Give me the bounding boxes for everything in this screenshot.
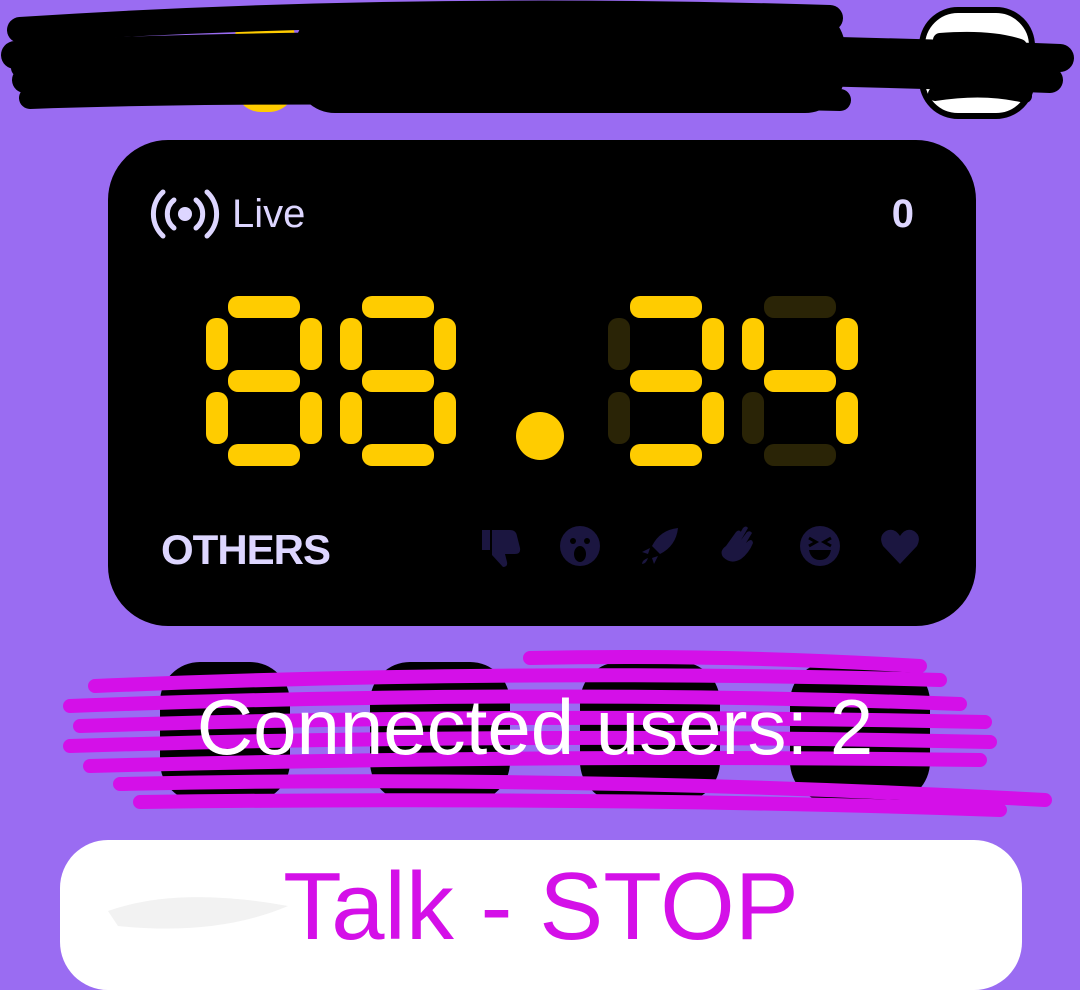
digit-segment — [228, 296, 300, 318]
surprised-face-icon[interactable] — [558, 522, 602, 570]
digit-segment — [362, 296, 434, 318]
digit-segment — [206, 392, 228, 444]
decimal-point — [516, 412, 564, 460]
redacted-header — [0, 0, 1080, 140]
digit-segment — [608, 392, 630, 444]
digit-segment — [742, 392, 764, 444]
listener-count: 0 — [891, 192, 914, 236]
live-indicator: Live — [148, 188, 305, 240]
digit-segment — [742, 318, 764, 370]
digit-segment — [764, 296, 836, 318]
digit-segment — [608, 318, 630, 370]
digit-segment — [362, 444, 434, 466]
digit-segment — [300, 318, 322, 370]
talk-button-label: Talk - STOP — [283, 853, 799, 960]
talk-stop-button[interactable]: Talk - STOP — [60, 840, 1022, 990]
digit-segment — [434, 392, 456, 444]
digit-segment — [702, 318, 724, 370]
category-label: OTHERS — [161, 526, 331, 573]
digit-segment — [836, 318, 858, 370]
digit-segment — [630, 370, 702, 392]
connected-users-label: Connected users: 2 — [196, 683, 874, 771]
thumbs-down-icon[interactable] — [478, 522, 522, 570]
digit-segment — [702, 392, 724, 444]
digit-segment — [836, 392, 858, 444]
digit-segment — [764, 370, 836, 392]
digit-segment — [300, 392, 322, 444]
reaction-bar — [478, 522, 922, 570]
laughing-face-icon[interactable] — [798, 522, 842, 570]
digit-segment — [340, 392, 362, 444]
digit-segment — [434, 318, 456, 370]
clapping-hands-icon[interactable] — [718, 522, 762, 570]
score-display: Live 0 OTHERS — [108, 140, 976, 626]
digit-segment — [362, 370, 434, 392]
live-label: Live — [232, 192, 306, 236]
digit-segment — [340, 318, 362, 370]
digit-segment — [764, 444, 836, 466]
seven-segment-digits — [206, 296, 858, 466]
digit-segment — [630, 296, 702, 318]
digit-segment — [228, 444, 300, 466]
digit-segment — [630, 444, 702, 466]
rocket-icon[interactable] — [638, 522, 682, 570]
heart-icon[interactable] — [878, 522, 922, 570]
digit-segment — [228, 370, 300, 392]
digit-segment — [206, 318, 228, 370]
broadcast-icon — [150, 189, 220, 239]
